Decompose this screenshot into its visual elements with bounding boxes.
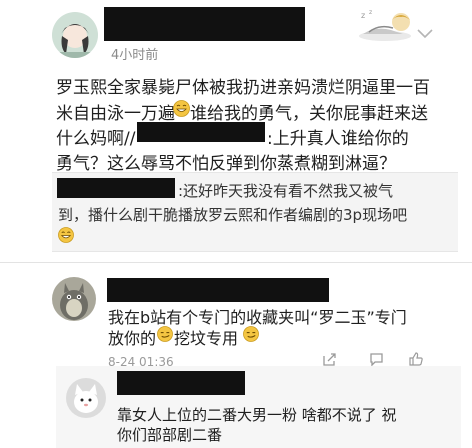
- quote-line-2: 到，播什么剧干脆播放罗云熙和作者编剧的3p现场吧: [58, 206, 408, 224]
- commenter-redaction: [107, 278, 329, 302]
- post-body-line-3a: 什么妈啊//: [56, 129, 136, 149]
- reply-line-2: 你们部部剧二番: [117, 426, 223, 444]
- avatar[interactable]: [52, 12, 98, 58]
- mention-redaction: [137, 122, 265, 142]
- share-icon[interactable]: [322, 352, 337, 367]
- comment-line-2b: 挖坟专用: [174, 329, 239, 348]
- avatar-anime-girl-icon: [52, 12, 98, 58]
- avatar-totoro-icon: [52, 277, 96, 321]
- svg-text:z: z: [369, 9, 372, 16]
- quote-line-1: :还好昨天我没有看不然我又被气: [178, 182, 394, 200]
- emoji-smirk-icon: [157, 326, 173, 342]
- emoji-smirk-icon: [243, 326, 259, 342]
- emoji-grin-icon: [58, 227, 74, 243]
- chevron-down-icon[interactable]: [416, 25, 434, 39]
- divider: [0, 262, 472, 263]
- quote-user-redaction: [57, 178, 175, 198]
- reply-line-1: 靠女人上位的二番大男一粉 啥都不说了 祝: [117, 406, 397, 424]
- username-redaction: [104, 7, 305, 41]
- post-body-line-2b: 谁给我的勇气，关你屁事赶来送: [190, 104, 428, 124]
- post-body-line-3b: :上升真人谁给你的: [267, 129, 409, 149]
- sleeping-girl-badge-icon: z z: [355, 8, 413, 42]
- comment-line-2a: 放你的: [108, 329, 157, 348]
- post-body-line-2a: 米自由泳一万遍: [56, 104, 175, 124]
- replier-redaction: [117, 371, 245, 395]
- like-icon[interactable]: [408, 351, 424, 367]
- post-body-line-4: 勇气？这么辱骂不怕反弹到你蒸煮糊到淋逼？: [56, 154, 396, 174]
- emoji-grin-icon: [173, 100, 190, 117]
- svg-text:z: z: [361, 11, 365, 20]
- avatar[interactable]: [66, 378, 106, 418]
- post-body-line-1: 罗玉熙全家暴毙尸体被我扔进亲妈溃烂阴逼里一百: [56, 78, 430, 98]
- avatar[interactable]: [52, 277, 96, 321]
- avatar-cat-icon: [66, 378, 106, 418]
- post-time: 4小时前: [111, 48, 159, 63]
- comment-icon[interactable]: [369, 352, 384, 367]
